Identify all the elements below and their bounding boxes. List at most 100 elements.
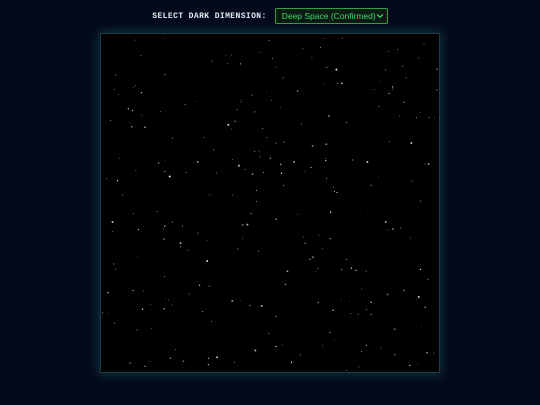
star xyxy=(207,363,210,366)
star xyxy=(110,120,111,121)
star xyxy=(370,314,372,316)
star xyxy=(251,94,253,96)
star xyxy=(253,111,256,113)
star xyxy=(400,227,402,229)
star xyxy=(323,37,325,39)
star xyxy=(340,82,343,85)
star xyxy=(206,239,208,241)
star xyxy=(434,117,436,119)
star xyxy=(370,301,372,303)
star xyxy=(215,172,217,174)
star xyxy=(286,270,289,273)
star xyxy=(225,54,227,56)
star xyxy=(198,284,201,286)
star xyxy=(171,221,174,223)
star xyxy=(236,108,238,110)
star xyxy=(111,231,113,233)
star xyxy=(403,289,405,291)
star xyxy=(129,362,131,364)
star xyxy=(102,312,104,314)
star xyxy=(418,57,420,59)
star xyxy=(107,292,109,294)
dimension-select-value: Deep Space (Confirmed) xyxy=(281,11,376,21)
star xyxy=(258,151,260,153)
star xyxy=(111,221,114,223)
star xyxy=(254,151,255,152)
star xyxy=(391,86,394,88)
star xyxy=(262,172,264,174)
star xyxy=(275,315,277,317)
star xyxy=(182,225,183,227)
star xyxy=(397,49,399,51)
star xyxy=(175,349,177,351)
star xyxy=(427,278,429,280)
star xyxy=(283,141,285,143)
star xyxy=(237,248,239,250)
star xyxy=(271,100,272,102)
star xyxy=(232,194,234,196)
star xyxy=(167,68,169,70)
star xyxy=(260,304,263,307)
star xyxy=(244,168,246,170)
app-page: SELECT DARK DIMENSION: Deep Space (Confi… xyxy=(0,0,540,405)
star xyxy=(361,288,363,290)
dimension-toolbar: SELECT DARK DIMENSION: Deep Space (Confi… xyxy=(0,8,540,24)
star xyxy=(336,82,338,84)
star xyxy=(329,332,331,333)
star xyxy=(256,190,258,192)
starfield-canvas[interactable] xyxy=(101,34,439,372)
star xyxy=(259,156,261,158)
star xyxy=(164,225,166,227)
star xyxy=(324,84,325,86)
star xyxy=(352,159,354,161)
star xyxy=(282,77,284,79)
space-viewport[interactable] xyxy=(100,33,440,373)
dimension-select[interactable]: Deep Space (Confirmed) xyxy=(274,8,388,24)
star xyxy=(254,349,257,352)
star xyxy=(257,250,259,252)
star xyxy=(317,302,319,304)
star xyxy=(399,115,400,117)
star xyxy=(132,213,134,214)
star xyxy=(164,73,166,76)
star xyxy=(259,52,260,53)
star xyxy=(334,191,335,192)
star xyxy=(231,299,234,302)
star xyxy=(361,351,362,353)
star xyxy=(380,229,382,231)
star xyxy=(326,66,328,69)
star xyxy=(182,360,185,363)
star xyxy=(116,180,119,182)
star xyxy=(424,163,426,165)
star xyxy=(240,101,242,103)
star xyxy=(137,228,140,231)
star xyxy=(280,172,283,174)
star xyxy=(329,237,331,240)
star xyxy=(144,365,146,367)
star xyxy=(140,91,143,94)
star xyxy=(129,122,131,124)
star xyxy=(118,157,120,159)
star xyxy=(150,304,151,306)
star xyxy=(163,238,165,240)
star xyxy=(168,175,171,178)
star xyxy=(231,159,233,161)
star xyxy=(304,170,306,172)
star xyxy=(315,270,317,272)
star xyxy=(114,322,115,324)
star xyxy=(179,246,181,248)
star xyxy=(275,142,277,144)
star xyxy=(144,126,146,128)
star xyxy=(131,126,133,128)
star xyxy=(346,369,348,371)
star xyxy=(149,361,151,363)
star xyxy=(358,366,360,368)
star xyxy=(319,46,321,48)
star xyxy=(401,65,404,67)
star xyxy=(137,256,139,258)
star xyxy=(423,43,425,45)
star xyxy=(336,191,338,194)
star xyxy=(297,213,298,215)
star xyxy=(134,85,136,87)
star xyxy=(141,114,143,116)
